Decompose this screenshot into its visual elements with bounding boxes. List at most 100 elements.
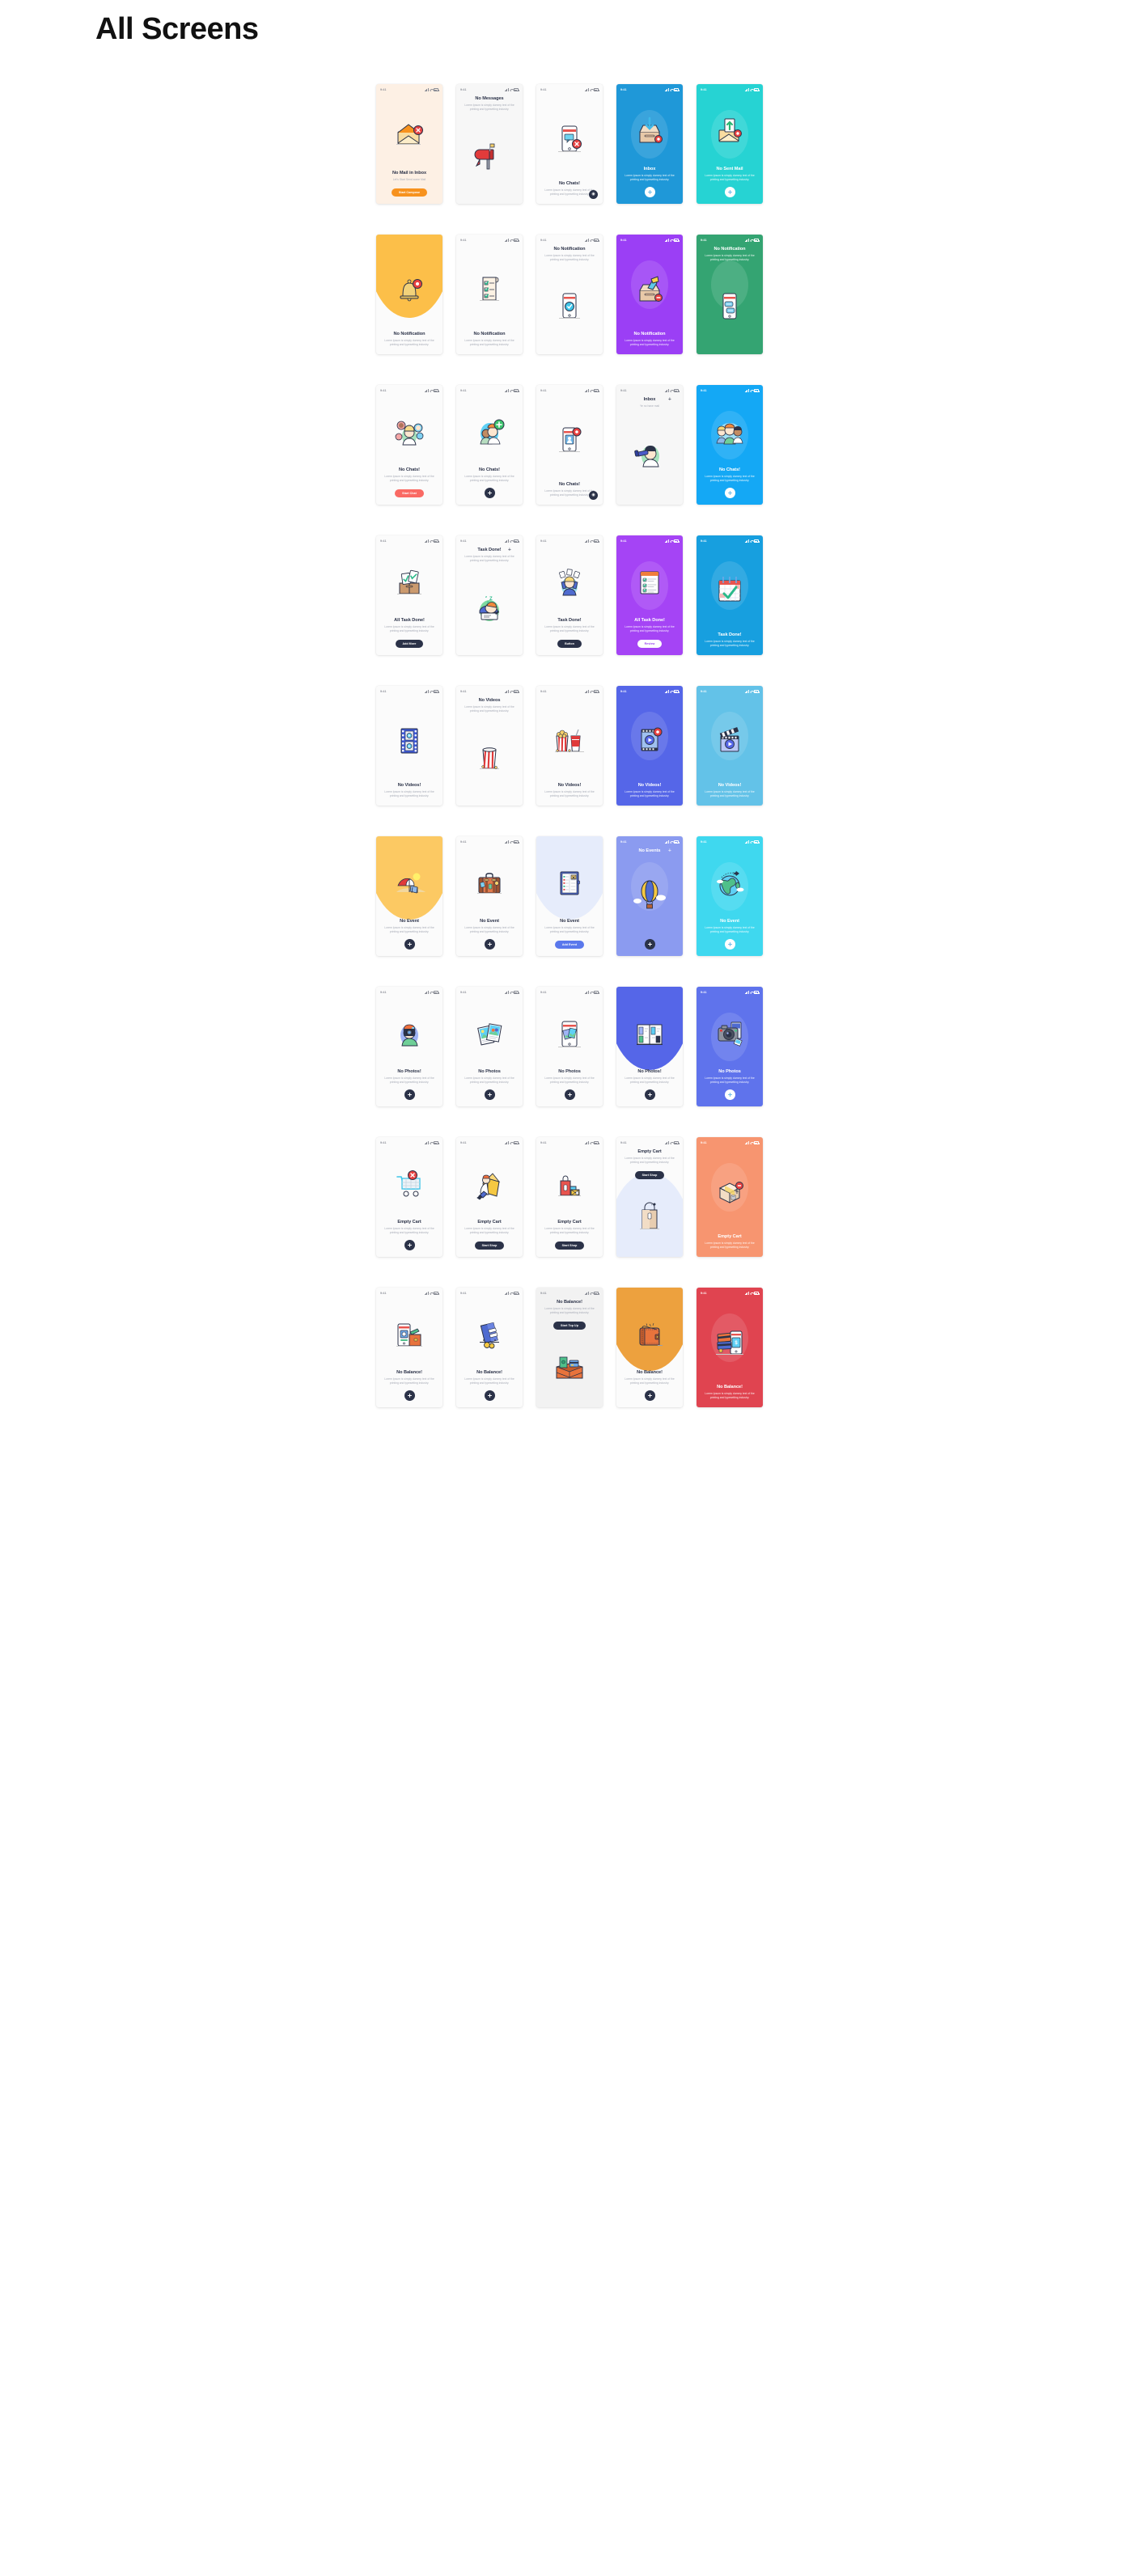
fab-add-button[interactable] <box>404 938 415 950</box>
screen-card-inbox-search[interactable]: 9:41 Inbox + Ye no have mail <box>616 384 683 505</box>
screen-card-no-notification-green[interactable]: 9:41 No Notification Lorem Ipsum is simply… <box>697 234 763 354</box>
screen-card-empty-cart-bags[interactable]: 9:41 Empty Cart Lorem Ipsum is simply dumm… <box>536 1136 603 1257</box>
status-clock: 9:41 <box>540 840 547 844</box>
screen-title: No Videos! <box>637 782 662 788</box>
fab-add-button[interactable] <box>644 938 655 950</box>
screen-card-no-event-agenda[interactable]: 9:41 No Event Lorem Ipsum is simply dummy … <box>536 835 603 956</box>
screen-card-no-photos-phone[interactable]: 9:41 No Photos Lorem Ipsum is simply dummy… <box>536 986 603 1106</box>
screen-card-task-done-celebrate[interactable]: 9:41 Task Done! Lorem Ipsum is simply dumm… <box>536 535 603 655</box>
status-clock: 9:41 <box>460 239 467 243</box>
cta-button[interactable]: Start Chat <box>395 489 424 497</box>
screen-card-no-photos-camera-guy[interactable]: 9:41 No Photos! Lorem Ipsum is simply dumm… <box>376 986 442 1106</box>
fab-add-button[interactable] <box>724 487 735 498</box>
screen-card-empty-cart-bag-top[interactable]: 9:41 Empty Cart Lorem Ipsum is simply dumm… <box>616 1136 683 1257</box>
screen-card-no-videos-combo[interactable]: 9:41 No Videos! Lorem Ipsum is simply dumm… <box>536 685 603 806</box>
screen-body: No Notification Lorem Ipsum is simply dum… <box>616 244 683 354</box>
screen-card-no-sent-mail[interactable]: 9:41 No Sent Mail Lorem Ipsum is simply du… <box>697 83 763 204</box>
screen-card-all-task-done-box[interactable]: 9:41 All Task Done! Lorem Ipsum is simply … <box>376 535 442 655</box>
screen-card-no-videos-film[interactable]: 9:41 No Videos! Lorem Ipsum is simply dumm… <box>376 685 442 806</box>
add-icon[interactable]: + <box>508 548 511 553</box>
cta-button[interactable]: Start Shop <box>554 1241 585 1250</box>
screen-card-no-notification-purple[interactable]: 9:41 No Notification Lorem Ipsum is simply… <box>616 234 683 354</box>
screen-card-no-photos-prints[interactable]: 9:41 No Photos Lorem Ipsum is simply dummy… <box>456 986 523 1106</box>
signal-icon <box>745 991 749 994</box>
fab-add-button[interactable] <box>404 1089 415 1100</box>
status-bar: 9:41 <box>376 839 442 846</box>
fab-add-button[interactable] <box>724 1089 735 1100</box>
screen-card-no-balance-red[interactable]: 9:41 $ No Balance! Lorem Ipsum is simply du… <box>697 1287 763 1407</box>
cta-button[interactable]: Start Compose <box>391 188 428 197</box>
status-bar: 9:41 <box>456 1290 523 1297</box>
screen-card-inbox-blue[interactable]: 9:41 Inbox Lorem Ipsum is simply dummy tex… <box>616 83 683 204</box>
screen-card-no-notification-list[interactable]: 9:41 No Notification Lorem Ipsum is simply… <box>456 234 523 354</box>
screen-card-no-event-beach[interactable]: 9:41 No Event Lorem Ipsum is simply dummy … <box>376 835 442 956</box>
illustration-phone-contact-x <box>536 399 603 482</box>
screen-card-no-balance-yellow[interactable]: 9:41 No Balance! Lorem Ipsum is simply dum… <box>616 1287 683 1407</box>
fab-add-button[interactable] <box>644 1390 655 1401</box>
fab-add-button[interactable] <box>724 186 735 197</box>
add-icon[interactable]: + <box>668 848 671 854</box>
screen-card-empty-cart-box-person[interactable]: 9:41 Empty Cart Lorem Ipsum is simply dumm… <box>456 1136 523 1257</box>
screen-subtitle: Lorem Ipsum is simply dummy text of the … <box>544 489 595 497</box>
screen-body: No Videos Lorem Ipsum is simply dummy tex… <box>456 696 523 806</box>
screen-card-no-chats-phone2[interactable]: 9:41 No Chats! Lorem Ipsum is simply dummy… <box>536 384 603 505</box>
screen-card-no-chats-add[interactable]: 9:41 No Chats! Lorem Ipsum is simply dummy… <box>456 384 523 505</box>
screen-card-no-photos-camera[interactable]: 9:41 No Photos Lorem Ipsum is simply dummy… <box>697 986 763 1106</box>
fab-add-button[interactable] <box>724 938 735 950</box>
fab-add-button[interactable] <box>484 1390 495 1401</box>
screen-card-all-task-done-purple[interactable]: 9:41 All Task Done! Lorem Ipsum is simply … <box>616 535 683 655</box>
screen-card-no-videos-popcorn-bin[interactable]: 9:41 No Videos Lorem Ipsum is simply dummy… <box>456 685 523 806</box>
topbar-row: Inbox + <box>622 397 677 403</box>
fab-add-button[interactable] <box>644 1089 655 1100</box>
illustration-bell <box>376 248 442 332</box>
screen-card-no-mail-in-inbox[interactable]: 9:41 No Mail in Inbox Let's Start Send som… <box>376 83 442 204</box>
screen-card-no-notification-phone[interactable]: 9:41 No Notification Lorem Ipsum is simply… <box>536 234 603 354</box>
screen-card-empty-cart-orange[interactable]: 9:41 Empty Cart Lorem Ipsum is simply dumm… <box>697 1136 763 1257</box>
chat-fab-icon[interactable]: ◉ <box>589 189 598 199</box>
screen-subtitle: Lorem Ipsum is simply dummy text of the … <box>705 475 755 483</box>
cta-button[interactable]: Add Event <box>554 940 585 949</box>
status-bar: 9:41 <box>456 387 523 395</box>
screen-card-no-event-globe[interactable]: 9:41 No Event Lorem Ipsum is simply dummy … <box>697 835 763 956</box>
screen-card-no-balance-wallet-coins[interactable]: 9:41 No Balance! Lorem Ipsum is simply dum… <box>456 1287 523 1407</box>
screen-card-no-videos-indigo[interactable]: 9:41 No Videos! Lorem Ipsum is simply dumm… <box>616 685 683 806</box>
fab-add-button[interactable] <box>404 1390 415 1401</box>
add-icon[interactable]: + <box>668 397 671 403</box>
screen-card-no-chats-blue[interactable]: 9:41 No Chats! Lorem Ipsum is simply dummy… <box>697 384 763 505</box>
text-block: Task Done! Lorem Ipsum is simply dummy te… <box>536 618 603 655</box>
screen-title: No Event <box>720 918 739 924</box>
screen-card-no-chats-phone[interactable]: 9:41 No Chats! Lorem Ipsum is simply dummy… <box>536 83 603 204</box>
cta-button[interactable]: Start Shop <box>634 1170 665 1179</box>
battery-icon <box>594 690 599 693</box>
screen-card-no-balance-topup[interactable]: 9:41 No Balance! Lorem Ipsum is simply dum… <box>536 1287 603 1407</box>
screen-card-no-videos-cyan[interactable]: 9:41 No Videos! Lorem Ipsum is simply dumm… <box>697 685 763 806</box>
illustration-suitcase <box>456 850 523 919</box>
screen-card-no-notification-bell[interactable]: 9:41 No Notification Lorem Ipsum is simply… <box>376 234 442 354</box>
screen-card-empty-cart-trolley[interactable]: 9:41 Empty Cart Lorem Ipsum is simply dumm… <box>376 1136 442 1257</box>
screen-card-no-chats-avatars[interactable]: 9:41 No Chats! Lorem Ipsum is simply dummy… <box>376 384 442 505</box>
screen-card-no-event-suitcase[interactable]: 9:41 No Event Lorem Ipsum is simply dummy … <box>456 835 523 956</box>
cta-button[interactable]: Review <box>637 639 663 648</box>
screen-card-task-done-calendar[interactable]: 9:41 Task Done! Lorem Ipsum is simply dumm… <box>697 535 763 655</box>
events-row: 9:41 No Event Lorem Ipsum is simply dummy … <box>0 835 1139 956</box>
cta-button[interactable]: Button <box>557 639 582 648</box>
cta-button[interactable]: Start Shop <box>474 1241 505 1250</box>
fab-add-button[interactable] <box>484 1089 495 1100</box>
cta-button[interactable]: Start Top Up <box>553 1321 586 1330</box>
fab-add-button[interactable] <box>484 487 495 498</box>
wifi-icon <box>510 840 513 844</box>
illustration-phone-bubbles <box>697 263 763 350</box>
screen-card-task-done-sleep[interactable]: 9:41 Task Done! + Lorem Ipsum is simply dum… <box>456 535 523 655</box>
chat-fab-icon[interactable]: ◉ <box>589 490 598 500</box>
screen-card-no-events-balloon[interactable]: 9:41 No Events + <box>616 835 683 956</box>
cta-button[interactable]: Add More <box>395 639 424 648</box>
illustration-person-telescope <box>616 408 683 500</box>
fab-add-button[interactable] <box>404 1239 415 1250</box>
screen-card-no-messages[interactable]: 9:41 No Messages Lorem Ipsum is simply dum… <box>456 83 523 204</box>
screen-card-no-balance-phone-wallet[interactable]: 9:41 No Balance! Lorem Ipsum is simply dum… <box>376 1287 442 1407</box>
battery-icon <box>434 239 439 242</box>
screen-card-no-photos-gallery[interactable]: 9:41 No Photos! Lorem Ipsum is simply dumm… <box>616 986 683 1106</box>
fab-add-button[interactable] <box>644 186 655 197</box>
fab-add-button[interactable] <box>484 938 495 950</box>
fab-add-button[interactable] <box>564 1089 575 1100</box>
